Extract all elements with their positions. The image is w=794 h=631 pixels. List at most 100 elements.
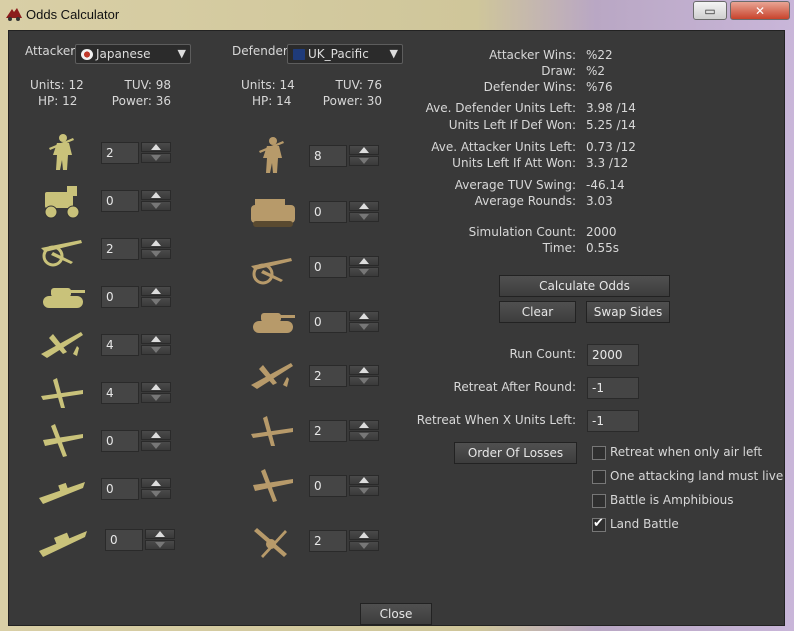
spinner-up-arrow-icon[interactable] <box>349 420 379 430</box>
spinner-up-arrow-icon[interactable] <box>349 145 379 155</box>
attacker-unit-count-input[interactable]: 4 <box>101 334 139 356</box>
spinner-down-arrow-icon[interactable] <box>349 322 379 332</box>
checkbox[interactable] <box>592 446 606 460</box>
title-bar[interactable]: Odds Calculator ▭ ✕ <box>0 0 794 30</box>
spinner-up-arrow-icon[interactable] <box>141 190 171 200</box>
spinner-down-arrow-icon[interactable] <box>141 489 171 499</box>
spinner-up-arrow-icon[interactable] <box>349 530 379 540</box>
spinner-up-arrow-icon[interactable] <box>141 430 171 440</box>
defender-unit-count-spinner[interactable]: 2 <box>309 420 381 442</box>
spinner-up-arrow-icon[interactable] <box>145 529 175 539</box>
defender-nation-select[interactable]: UK_Pacific ▼ <box>287 44 403 64</box>
attacker-nation-select[interactable]: Japanese ▼ <box>75 44 191 64</box>
attacker-unit-count-spinner[interactable]: 0 <box>101 190 173 212</box>
attacker-unit-count-input[interactable]: 2 <box>101 142 139 164</box>
defender-unit-count-spinner[interactable]: 2 <box>309 365 381 387</box>
checkbox[interactable] <box>592 494 606 508</box>
defender-unit-count-input[interactable]: 2 <box>309 420 347 442</box>
spinner-down-arrow-icon[interactable] <box>145 540 175 550</box>
defender-unit-count-spinner[interactable]: 0 <box>309 201 381 223</box>
option-label: Retreat when only air left <box>610 445 763 459</box>
spinner-up-arrow-icon[interactable] <box>141 478 171 488</box>
order-of-losses-button[interactable]: Order Of Losses <box>454 442 577 464</box>
defender-label: Defender: <box>232 44 292 58</box>
attacker-unit-count-spinner[interactable]: 0 <box>105 529 177 551</box>
defender-unit-count-input[interactable]: 0 <box>309 201 347 223</box>
defender-unit-count-spinner[interactable]: 0 <box>309 475 381 497</box>
attacker-unit-count-input[interactable]: 0 <box>105 529 143 551</box>
spinner-up-arrow-icon[interactable] <box>141 286 171 296</box>
defender-unit-count-input[interactable]: 2 <box>309 365 347 387</box>
spinner-down-arrow-icon[interactable] <box>141 297 171 307</box>
spinner-up-arrow-icon[interactable] <box>141 142 171 152</box>
defender-unit-count-input[interactable]: 8 <box>309 145 347 167</box>
attacker-unit-count-spinner[interactable]: 0 <box>101 478 173 500</box>
defender-units: Units: 14 <box>241 78 295 92</box>
attacker-unit-count-input[interactable]: 2 <box>101 238 139 260</box>
spinner-down-arrow-icon[interactable] <box>141 153 171 163</box>
attacker-unit-count-input[interactable]: 0 <box>101 430 139 452</box>
spinner-up-arrow-icon[interactable] <box>349 256 379 266</box>
spinner-down-arrow-icon[interactable] <box>141 249 171 259</box>
spinner-down-arrow-icon[interactable] <box>349 212 379 222</box>
swap-sides-button[interactable]: Swap Sides <box>586 301 670 323</box>
tactical-bomber-icon <box>37 372 89 412</box>
attacker-unit-count-spinner[interactable]: 4 <box>101 382 173 404</box>
defender-hp: HP: 14 <box>252 94 292 108</box>
artillery-gun-icon <box>37 228 89 268</box>
attacker-unit-count-input[interactable]: 4 <box>101 382 139 404</box>
defender-unit-count-spinner[interactable]: 0 <box>309 311 381 333</box>
spinner-up-arrow-icon[interactable] <box>141 334 171 344</box>
attacker-unit-count-spinner[interactable]: 0 <box>101 286 173 308</box>
tank-icon <box>247 301 299 341</box>
clear-button[interactable]: Clear <box>499 301 576 323</box>
retreat-when-units-left-input[interactable]: -1 <box>587 410 639 432</box>
restore-button[interactable]: ▭ <box>693 1 727 20</box>
attacker-unit-count-input[interactable]: 0 <box>101 190 139 212</box>
attacker-unit-count-spinner[interactable]: 0 <box>101 430 173 452</box>
spinner-down-arrow-icon[interactable] <box>141 345 171 355</box>
spinner-down-arrow-icon[interactable] <box>349 156 379 166</box>
defender-unit-count-input[interactable]: 0 <box>309 475 347 497</box>
close-button[interactable]: Close <box>360 603 432 625</box>
attacker-unit-count-spinner[interactable]: 2 <box>101 238 173 260</box>
spinner-down-arrow-icon[interactable] <box>141 393 171 403</box>
attacker-unit-count-input[interactable]: 0 <box>101 286 139 308</box>
tank-icon <box>37 276 89 316</box>
calculate-odds-button[interactable]: Calculate Odds <box>499 275 670 297</box>
spinner-down-arrow-icon[interactable] <box>141 441 171 451</box>
spinner-down-arrow-icon[interactable] <box>349 267 379 277</box>
spinner-down-arrow-icon[interactable] <box>349 486 379 496</box>
attacker-unit-count-input[interactable]: 0 <box>101 478 139 500</box>
spinner-up-arrow-icon[interactable] <box>141 238 171 248</box>
spinner-down-arrow-icon[interactable] <box>349 541 379 551</box>
defender-unit-count-spinner[interactable]: 8 <box>309 145 381 167</box>
defender-tuv: TUV: 76 <box>335 78 382 92</box>
result-label: Average TUV Swing: <box>454 178 576 192</box>
checkbox[interactable] <box>592 516 606 532</box>
attacker-unit-count-spinner[interactable]: 4 <box>101 334 173 356</box>
spinner-down-arrow-icon[interactable] <box>349 431 379 441</box>
run-count-input[interactable]: 2000 <box>587 344 639 366</box>
retreat-after-round-label: Retreat After Round: <box>453 380 576 394</box>
spinner-up-arrow-icon[interactable] <box>349 201 379 211</box>
retreat-after-round-input[interactable]: -1 <box>587 377 639 399</box>
spinner-down-arrow-icon[interactable] <box>349 376 379 386</box>
checkbox[interactable] <box>592 470 606 484</box>
defender-unit-count-input[interactable]: 0 <box>309 311 347 333</box>
retreat-when-units-left-label: Retreat When X Units Left: <box>416 413 576 427</box>
result-value: 5.25 /14 <box>586 118 636 132</box>
defender-unit-count-spinner[interactable]: 0 <box>309 256 381 278</box>
defender-unit-count-input[interactable]: 0 <box>309 256 347 278</box>
defender-unit-count-input[interactable]: 2 <box>309 530 347 552</box>
japan-flag-icon <box>81 49 93 60</box>
spinner-up-arrow-icon[interactable] <box>349 475 379 485</box>
spinner-down-arrow-icon[interactable] <box>141 201 171 211</box>
spinner-up-arrow-icon[interactable] <box>349 311 379 321</box>
close-window-button[interactable]: ✕ <box>730 1 790 20</box>
spinner-up-arrow-icon[interactable] <box>349 365 379 375</box>
attacker-unit-count-spinner[interactable]: 2 <box>101 142 173 164</box>
artillery-gun-icon <box>247 246 299 286</box>
spinner-up-arrow-icon[interactable] <box>141 382 171 392</box>
defender-unit-count-spinner[interactable]: 2 <box>309 530 381 552</box>
